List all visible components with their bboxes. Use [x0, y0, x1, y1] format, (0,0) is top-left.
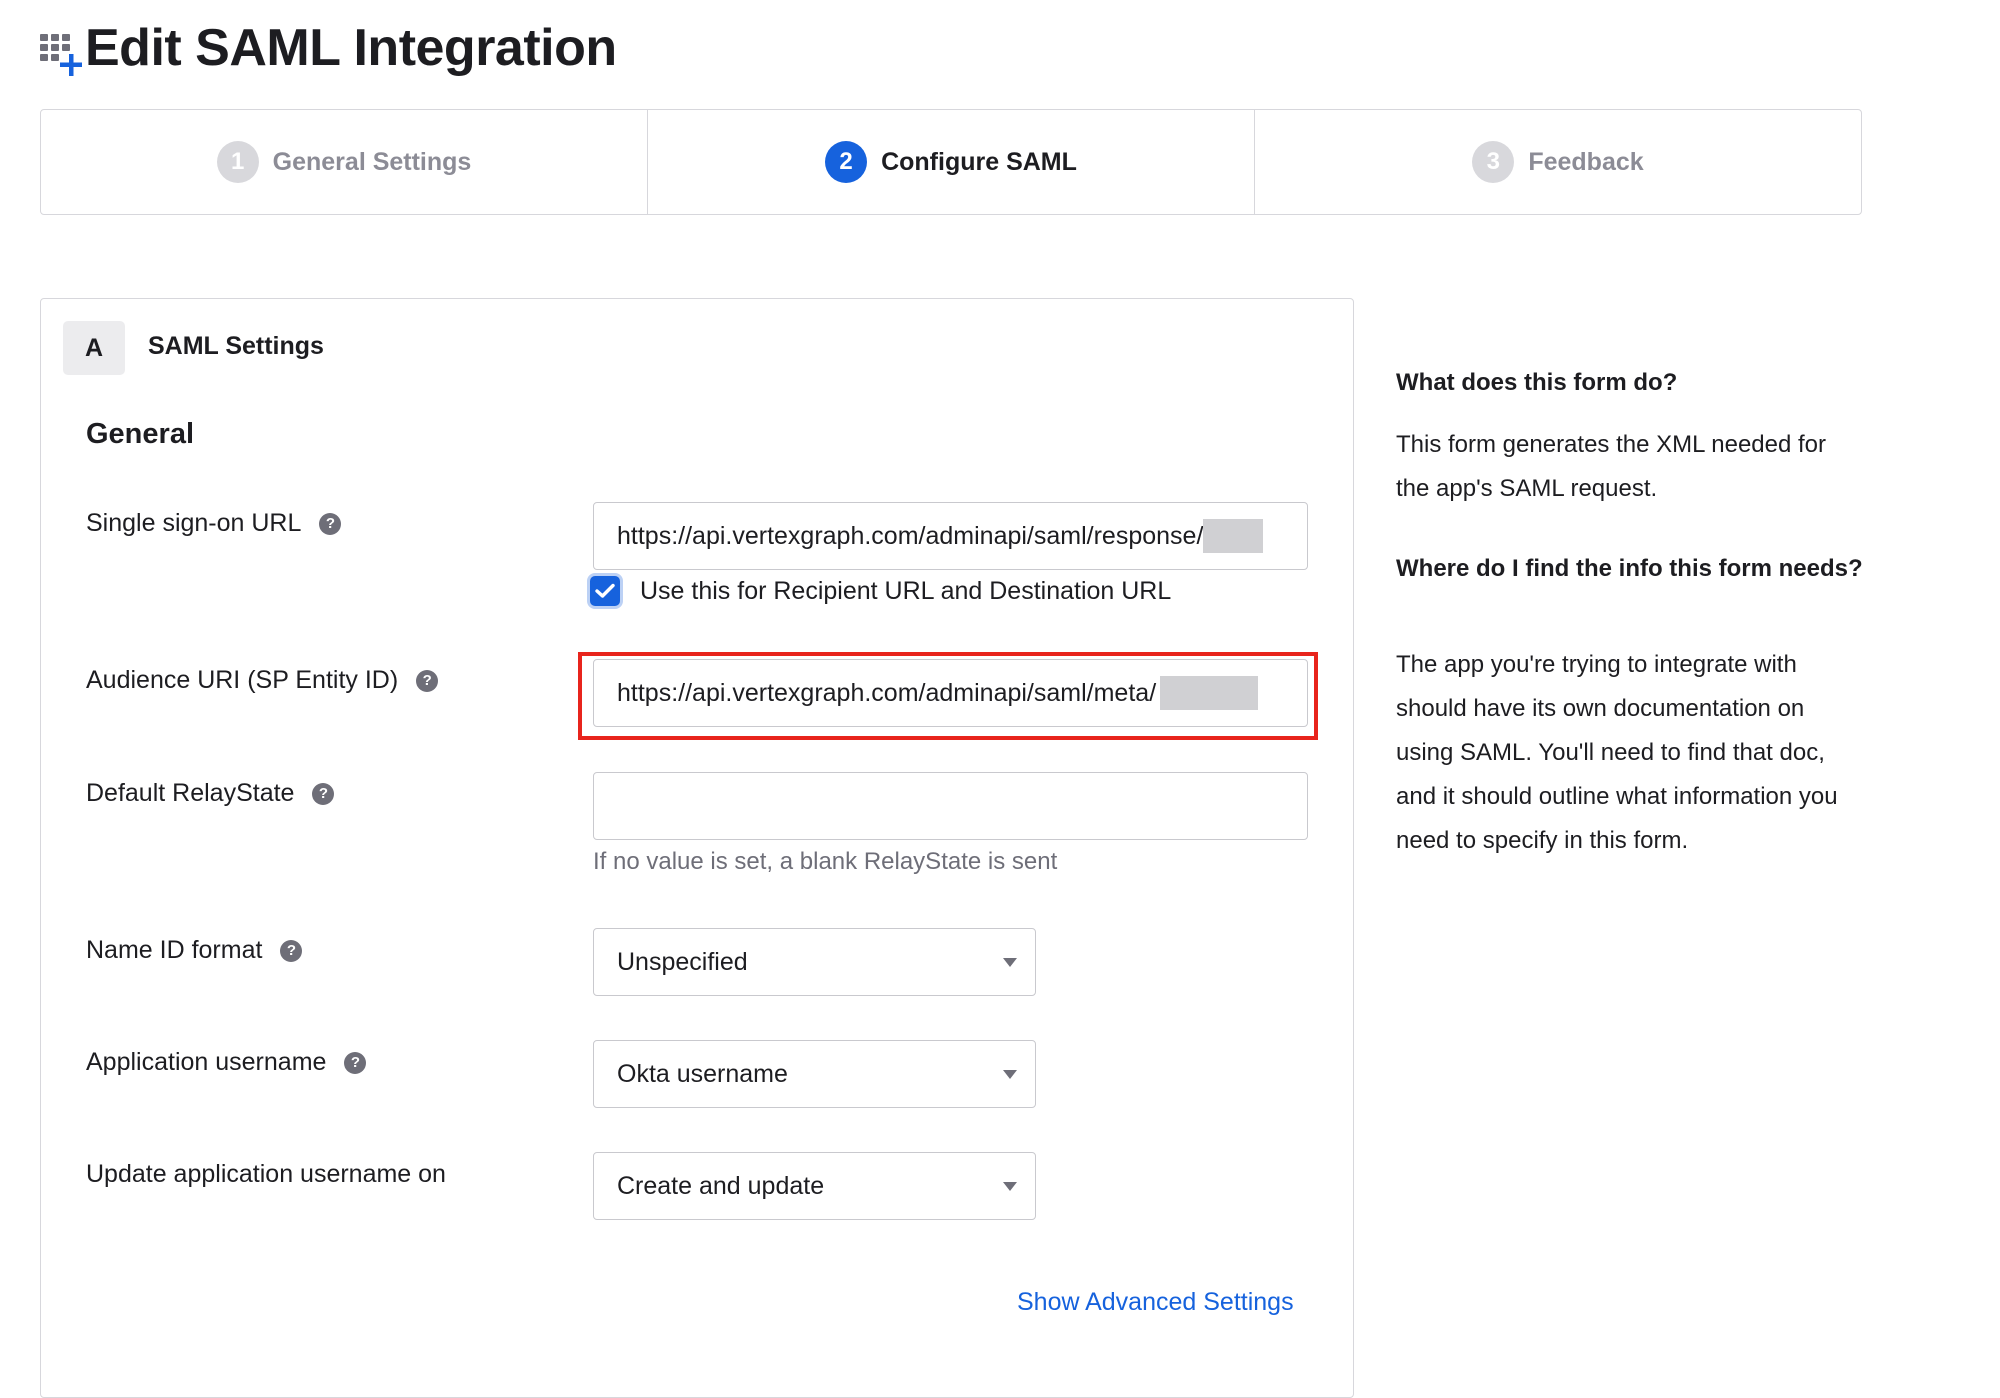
field-label: Application username — [86, 1048, 327, 1076]
help-answer-2: The app you're trying to integrate with … — [1396, 651, 1838, 854]
step-label: Configure SAML — [881, 147, 1077, 176]
relay-state-label: Default RelayState ? — [86, 779, 335, 808]
input-value: https://api.vertexgraph.com/adminapi/sam… — [617, 521, 1204, 550]
wizard-stepper: 1 General Settings 2 Configure SAML 3 Fe… — [40, 109, 1862, 215]
update-username-label: Update application username on — [86, 1160, 446, 1189]
help-answer-1: This form generates the XML needed for t… — [1396, 431, 1827, 502]
step-number: 2 — [825, 141, 868, 183]
field-label: Name ID format — [86, 936, 263, 964]
recipient-url-checkbox-row[interactable]: Use this for Recipient URL and Destinati… — [590, 576, 1171, 606]
input-value: https://api.vertexgraph.com/adminapi/sam… — [617, 678, 1157, 707]
chevron-down-icon — [1003, 1181, 1017, 1191]
field-label: Default RelayState — [86, 779, 295, 807]
audience-uri-input[interactable]: https://api.vertexgraph.com/adminapi/sam… — [593, 659, 1308, 727]
step-feedback[interactable]: 3 Feedback — [1254, 110, 1861, 214]
section-title: SAML Settings — [148, 332, 324, 360]
help-question-2: Where do I find the info this form needs… — [1396, 555, 1863, 582]
app-username-label: Application username ? — [86, 1048, 367, 1077]
checkbox-label: Use this for Recipient URL and Destinati… — [640, 576, 1172, 605]
name-id-format-select[interactable]: Unspecified — [593, 928, 1036, 996]
help-icon[interactable]: ? — [344, 1051, 367, 1074]
select-value: Create and update — [617, 1171, 825, 1200]
step-configure-saml[interactable]: 2 Configure SAML — [647, 110, 1254, 214]
redacted-value — [1160, 676, 1259, 710]
relay-state-input[interactable] — [593, 772, 1308, 840]
help-icon[interactable]: ? — [416, 669, 439, 692]
name-id-format-label: Name ID format ? — [86, 936, 303, 965]
show-advanced-settings-link[interactable]: Show Advanced Settings — [1017, 1288, 1294, 1317]
select-value: Unspecified — [617, 947, 748, 976]
checkbox-checked[interactable] — [590, 576, 620, 606]
chevron-down-icon — [1003, 1069, 1017, 1079]
step-number: 3 — [1472, 141, 1515, 183]
select-value: Okta username — [617, 1059, 788, 1088]
chevron-down-icon — [1003, 957, 1017, 967]
sso-url-label: Single sign-on URL ? — [86, 509, 342, 538]
redacted-value — [1203, 519, 1264, 553]
field-label: Audience URI (SP Entity ID) — [86, 666, 399, 694]
sso-url-input[interactable]: https://api.vertexgraph.com/adminapi/sam… — [593, 502, 1308, 570]
group-title-general: General — [86, 418, 194, 450]
step-label: General Settings — [272, 147, 472, 176]
step-label: Feedback — [1528, 147, 1644, 176]
help-icon[interactable]: ? — [312, 782, 335, 805]
field-label: Single sign-on URL — [86, 509, 302, 537]
step-general-settings[interactable]: 1 General Settings — [41, 110, 647, 214]
app-grid-add-icon — [40, 34, 82, 76]
audience-uri-label: Audience URI (SP Entity ID) ? — [86, 666, 439, 695]
help-icon[interactable]: ? — [280, 939, 303, 962]
help-icon[interactable]: ? — [319, 512, 342, 535]
app-username-select[interactable]: Okta username — [593, 1040, 1036, 1108]
page-title: Edit SAML Integration — [85, 19, 617, 77]
relay-state-hint: If no value is set, a blank RelayState i… — [593, 848, 1058, 875]
update-username-select[interactable]: Create and update — [593, 1152, 1036, 1220]
section-badge: A — [63, 321, 125, 375]
help-question-1: What does this form do? — [1396, 369, 1678, 396]
step-number: 1 — [216, 141, 259, 183]
check-icon — [595, 583, 615, 598]
field-label: Update application username on — [86, 1160, 446, 1188]
